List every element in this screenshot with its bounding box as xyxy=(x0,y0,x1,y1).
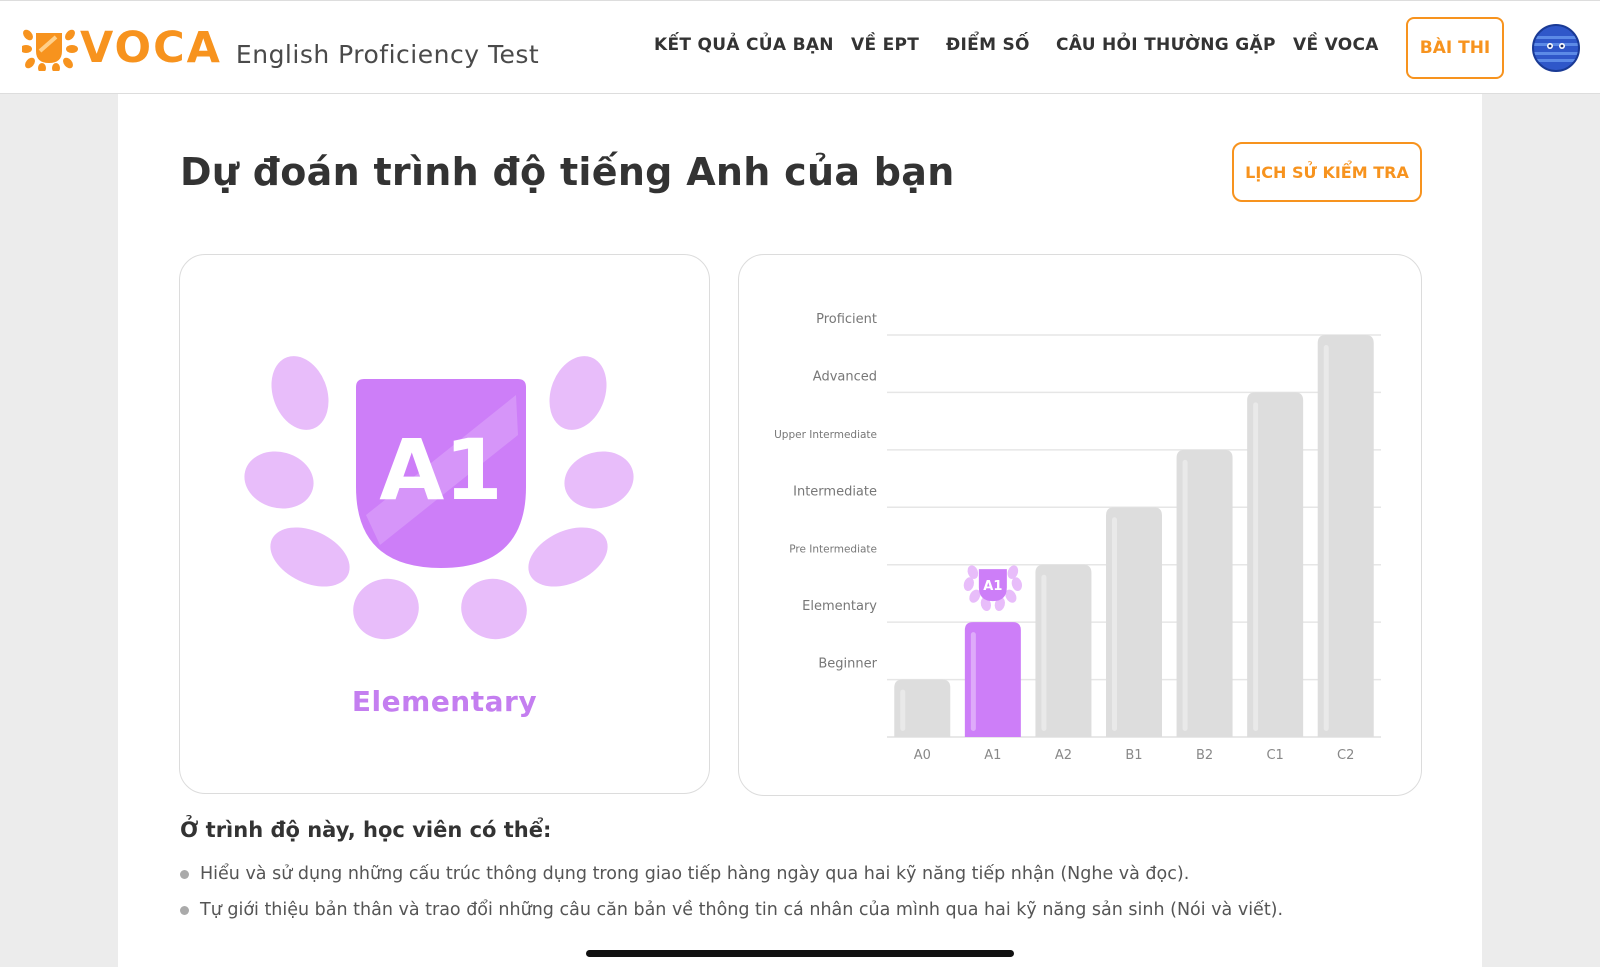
nav-cau-hoi[interactable]: CÂU HỎI THƯỜNG GẶP xyxy=(1056,35,1276,55)
y-tick-label: Beginner xyxy=(818,657,877,672)
logo-wordmark: VOCA xyxy=(80,23,222,73)
y-tick-label: Pre Intermediate xyxy=(789,544,877,556)
test-history-button[interactable]: LỊCH SỬ KIỂM TRA xyxy=(1232,142,1422,202)
x-tick-label: A2 xyxy=(1055,748,1072,763)
nav-ket-qua[interactable]: KẾT QUẢ CỦA BẠN xyxy=(654,35,834,55)
nav-ve-voca[interactable]: VỀ VOCA xyxy=(1293,35,1379,55)
sun-icon xyxy=(20,25,78,73)
ability-item: Hiểu và sử dụng những cấu trúc thông dụn… xyxy=(180,856,1283,892)
bar-shine xyxy=(970,632,976,731)
top-header: VOCA English Proficiency Test KẾT QUẢ CỦ… xyxy=(0,0,1600,94)
x-tick-label: B2 xyxy=(1196,748,1213,763)
level-code: A1 xyxy=(379,421,502,519)
voca-logo[interactable]: VOCA English Proficiency Test xyxy=(20,23,540,73)
page-title: Dự đoán trình độ tiếng Anh của bạn xyxy=(180,150,955,194)
bar-shine xyxy=(1182,459,1188,731)
bar-shine xyxy=(1112,517,1117,731)
home-indicator xyxy=(586,950,1014,957)
y-tick-label: Intermediate xyxy=(793,484,877,499)
bar-shine xyxy=(1323,345,1329,731)
abilities-list: Hiểu và sử dụng những cấu trúc thông dụn… xyxy=(180,856,1283,928)
level-bar-chart: Beginner Elementary Pre Intermediate Interm… xyxy=(774,312,1381,763)
y-tick-label: Elementary xyxy=(802,599,877,614)
bar-shine xyxy=(1041,574,1047,731)
level-badge-card: A1 Elementary xyxy=(179,254,710,794)
abilities-title: Ở trình độ này, học viên có thể: xyxy=(180,818,552,842)
level-name: Elementary xyxy=(351,685,538,718)
nav-ve-ept[interactable]: VỀ EPT xyxy=(851,35,919,55)
exam-button[interactable]: BÀI THI xyxy=(1406,17,1504,79)
y-tick-label: Proficient xyxy=(816,312,877,327)
user-avatar-icon[interactable] xyxy=(1532,24,1580,72)
logo-subtitle: English Proficiency Test xyxy=(235,39,540,69)
x-tick-label: C1 xyxy=(1266,748,1283,763)
ability-item: Tự giới thiệu bản thân và trao đổi những… xyxy=(180,892,1283,928)
level-chart-card: Beginner Elementary Pre Intermediate Interm… xyxy=(738,254,1422,796)
main-content: Dự đoán trình độ tiếng Anh của bạn LỊCH … xyxy=(118,94,1482,967)
x-tick-label: B1 xyxy=(1125,748,1142,763)
x-tick-label: A0 xyxy=(914,748,931,763)
y-tick-label: Upper Intermediate xyxy=(774,429,877,441)
bar-shine xyxy=(1253,402,1259,731)
marker-level-code: A1 xyxy=(983,579,1002,594)
x-tick-label: A1 xyxy=(984,748,1001,763)
bar-shine xyxy=(900,689,906,731)
x-tick-label: C2 xyxy=(1337,748,1354,763)
current-level-marker-icon: A1 xyxy=(963,565,1023,612)
y-tick-label: Advanced xyxy=(813,369,877,384)
nav-diem-so[interactable]: ĐIỂM SỐ xyxy=(946,35,1030,55)
